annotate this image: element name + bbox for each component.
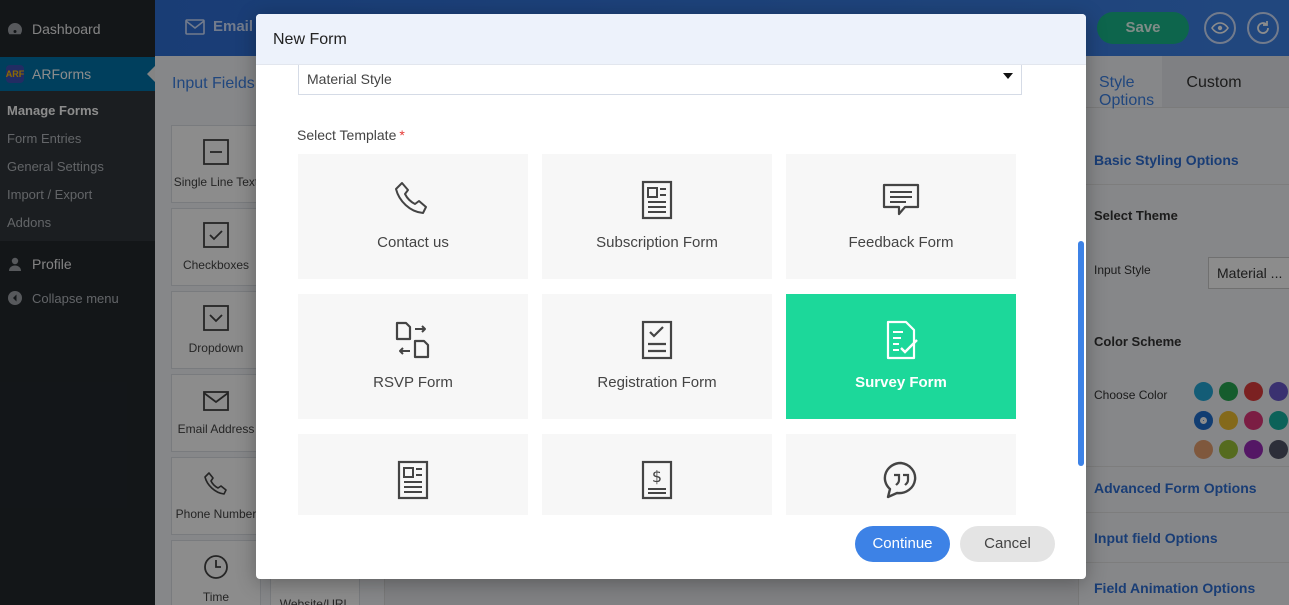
template-rsvp-form[interactable]: RSVP Form [298, 294, 528, 419]
svg-text:$: $ [652, 467, 662, 486]
template-contact-us[interactable]: Contact us [298, 154, 528, 279]
cancel-button[interactable]: Cancel [960, 526, 1055, 562]
survey-icon [886, 320, 918, 360]
new-form-modal: New Form Material Style Select Template *… [256, 14, 1086, 579]
document-icon [397, 460, 429, 500]
modal-scrollbar[interactable] [1078, 241, 1084, 466]
template-subscription-form[interactable]: Subscription Form [542, 154, 772, 279]
template-registration-form[interactable]: Registration Form [542, 294, 772, 419]
template-survey-form[interactable]: Survey Form [786, 294, 1016, 419]
phone-icon [395, 182, 427, 214]
required-mark: * [399, 127, 405, 143]
template-quote[interactable] [786, 434, 1016, 515]
select-template-text: Select Template [297, 127, 397, 143]
form-style-value: Material Style [307, 71, 392, 87]
newspaper-icon [641, 180, 673, 220]
rsvp-icon [395, 321, 430, 359]
continue-button[interactable]: Continue [855, 526, 950, 562]
template-document[interactable] [298, 434, 528, 515]
chevron-down-icon [1003, 73, 1013, 84]
template-label: RSVP Form [373, 374, 453, 391]
form-style-select[interactable]: Material Style [298, 65, 1022, 95]
template-label: Registration Form [597, 374, 717, 391]
checklist-icon [641, 320, 673, 360]
template-invoice[interactable]: $ [542, 434, 772, 515]
invoice-icon: $ [641, 460, 673, 500]
select-template-label: Select Template * [297, 127, 405, 143]
modal-body: Material Style Select Template * Contact … [256, 65, 1086, 515]
template-label: Subscription Form [596, 234, 718, 251]
comment-icon [882, 183, 920, 216]
template-feedback-form[interactable]: Feedback Form [786, 154, 1016, 279]
modal-title: New Form [256, 14, 1086, 65]
template-label: Survey Form [855, 374, 947, 391]
template-label: Contact us [377, 234, 449, 251]
quote-icon [883, 461, 917, 499]
template-label: Feedback Form [848, 234, 954, 251]
